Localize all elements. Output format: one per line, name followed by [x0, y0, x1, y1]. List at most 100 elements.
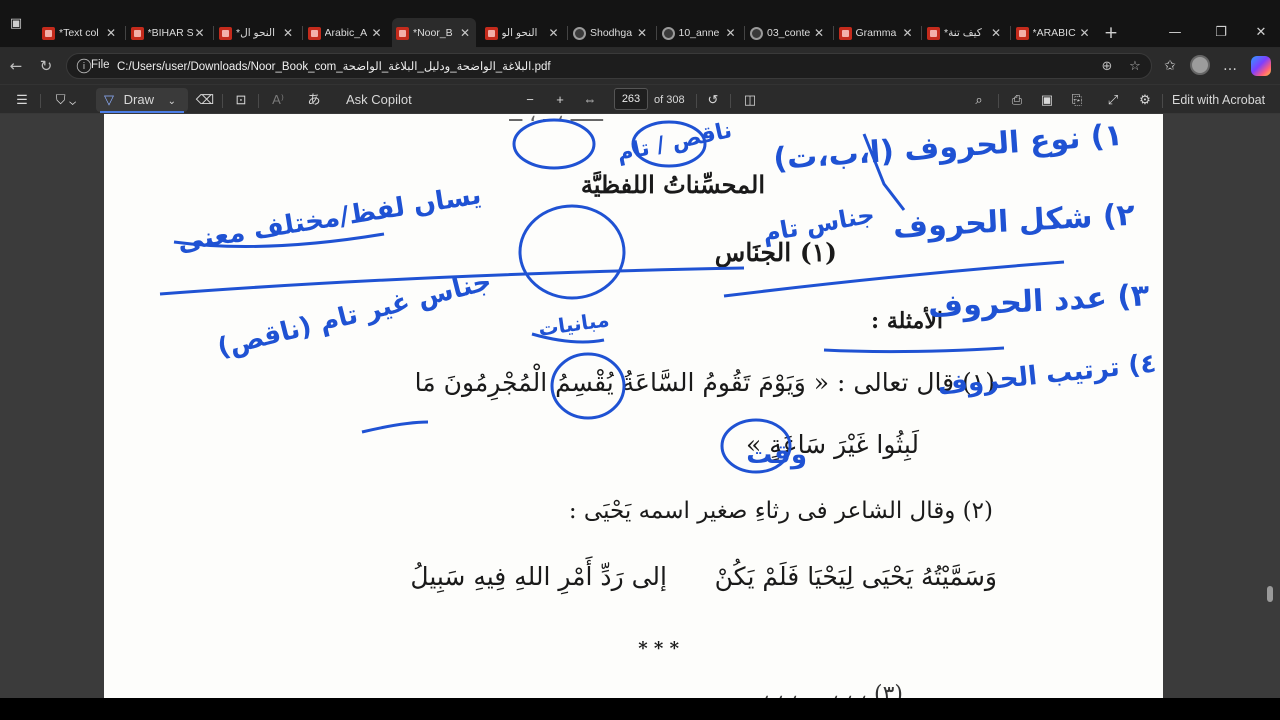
globe-icon — [661, 26, 675, 40]
close-tab-icon[interactable]: ✕ — [1078, 26, 1092, 40]
navigation-bar: ← ↻ i File C:/Users/user/Downloads/Noor_… — [0, 48, 1280, 84]
pdf-icon — [838, 26, 852, 40]
copilot-logo-icon[interactable] — [1251, 56, 1271, 76]
back-icon[interactable]: ← — [4, 54, 28, 78]
zoom-in-icon[interactable]: + — [549, 88, 571, 112]
read-aloud-icon[interactable]: A⁾ — [266, 88, 290, 112]
close-tab-icon[interactable]: ✕ — [104, 26, 118, 40]
address-bar[interactable]: i File C:/Users/user/Downloads/Noor_Book… — [66, 53, 1152, 79]
url-text[interactable]: C:/Users/user/Downloads/Noor_Book_com_ال… — [117, 59, 551, 73]
divider — [222, 94, 223, 108]
edit-with-acrobat-button[interactable]: Edit with Acrobat — [1172, 88, 1272, 112]
ask-copilot-button[interactable]: Ask Copilot — [346, 88, 416, 112]
underline-examples-stroke — [823, 346, 1005, 354]
translate-icon[interactable]: あ — [302, 88, 326, 112]
close-tab-icon[interactable]: ✕ — [281, 26, 295, 40]
close-tab-icon[interactable]: ✕ — [989, 26, 1003, 40]
tab-separator — [213, 26, 214, 40]
close-tab-icon[interactable]: ✕ — [547, 26, 561, 40]
document-viewport[interactable]: ـــــ ، ـ ، ــ المحسِّناتُ اللفظيَّة (١)… — [0, 114, 1280, 698]
favorite-star-icon[interactable]: ☆ — [1125, 57, 1145, 77]
tab-title: *BIHAR S — [147, 27, 193, 39]
fullscreen-icon[interactable]: ⤢ — [1102, 88, 1124, 112]
pdf-icon — [484, 26, 498, 40]
tab-separator — [301, 26, 303, 40]
tab-title: *ARABIC — [1032, 27, 1076, 39]
close-tab-icon[interactable]: ✕ — [724, 26, 738, 40]
more-menu-icon[interactable]: … — [1218, 54, 1242, 78]
browser-tab[interactable]: 03_conte ✕ — [746, 20, 830, 46]
pdf-page: ـــــ ، ـ ، ــ المحسِّناتُ اللفظيَّة (١)… — [104, 114, 1163, 698]
browser-tab[interactable]: 10_anne ✕ — [658, 20, 742, 46]
pdf-icon — [42, 26, 55, 40]
eraser-icon[interactable]: ⌫ — [194, 88, 216, 112]
tab-separator — [124, 26, 126, 40]
profile-avatar[interactable] — [1190, 55, 1210, 75]
browser-tab[interactable]: *Text col ✕ — [38, 20, 122, 46]
browser-tab[interactable]: Gramma ✕ — [835, 20, 919, 46]
screen-bottom-edge — [0, 698, 1280, 720]
tab-title: *Text col — [59, 27, 99, 39]
circle-naqis-stroke — [631, 120, 707, 168]
close-tab-icon[interactable]: ✕ — [635, 26, 649, 40]
tab-title: Gramma — [855, 27, 897, 39]
browser-tab[interactable]: *Noor_B ✕ — [392, 18, 476, 48]
zoom-out-icon[interactable]: − — [519, 88, 541, 112]
close-tab-icon[interactable]: ✕ — [370, 26, 384, 40]
zoom-icon[interactable]: ⊕ — [1097, 57, 1117, 77]
scrollbar-track[interactable] — [1264, 114, 1278, 698]
tab-separator — [744, 26, 745, 40]
refresh-icon[interactable]: ↻ — [34, 54, 58, 78]
divider — [998, 94, 999, 108]
page-number-input[interactable] — [614, 88, 648, 110]
tab-title: Shodhga — [590, 27, 633, 39]
underline-same-word-stroke — [173, 232, 385, 248]
circle-saatin-stroke — [720, 418, 792, 474]
divider — [258, 94, 259, 108]
pdf-icon — [927, 26, 940, 40]
circle-jinas-stroke — [518, 204, 626, 300]
search-icon[interactable]: ⌕ — [968, 88, 990, 112]
scrollbar-thumb[interactable] — [1267, 586, 1273, 602]
print-icon[interactable]: ⎙ — [1006, 88, 1028, 112]
fit-page-icon[interactable]: ⇔ — [579, 88, 601, 112]
new-tab-button[interactable]: + — [1100, 22, 1122, 44]
browser-tab[interactable]: *ARABIC ✕ — [1012, 20, 1096, 46]
minimize-button[interactable]: — — [1160, 20, 1190, 46]
browser-tab[interactable]: النحو الو ✕ — [481, 20, 565, 46]
page-view-icon[interactable]: ◫ — [738, 88, 762, 112]
tab-separator — [1009, 26, 1011, 40]
save-icon[interactable]: ▣ — [1036, 88, 1058, 112]
tab-separator — [567, 26, 568, 40]
underline-mubaniyat-stroke — [531, 332, 605, 344]
close-tab-icon[interactable]: ✕ — [812, 26, 826, 40]
rotate-icon[interactable]: ↺ — [702, 88, 724, 112]
browser-tab[interactable]: *كيف تنة ✕ — [923, 20, 1007, 46]
close-window-button[interactable]: ✕ — [1246, 20, 1276, 46]
info-icon[interactable]: i — [76, 58, 92, 74]
browser-tab[interactable]: *BIHAR S ✕ — [127, 20, 211, 46]
close-tab-icon[interactable]: ✕ — [458, 26, 472, 40]
tab-bar: ▣ *Text col ✕ *BIHAR S ✕ *النحو ال ✕ Arabic_A ✕… — [0, 0, 1280, 48]
url-scheme: File — [91, 59, 110, 71]
browser-tab[interactable]: Shodhga ✕ — [569, 20, 653, 46]
tab-title: *النحو ال — [236, 27, 276, 39]
tab-title: Arabic_A — [324, 27, 368, 39]
close-tab-icon[interactable]: ✕ — [901, 26, 915, 40]
draw-button[interactable]: ▽ Draw ⌄ — [96, 88, 188, 113]
close-tab-icon[interactable]: ✕ — [193, 26, 207, 40]
browser-tab[interactable]: *النحو ال ✕ — [215, 20, 299, 46]
text-box-icon[interactable]: ⊡ — [230, 88, 252, 112]
highlight-icon[interactable]: ⛉ ⌄ — [48, 88, 84, 112]
restore-button[interactable]: ❐ — [1206, 20, 1236, 46]
bracket-letter-type-stroke — [862, 133, 906, 211]
save-as-icon[interactable]: ⎘ — [1066, 88, 1088, 112]
browser-window: ▣ *Text col ✕ *BIHAR S ✕ *النحو ال ✕ Arabic_A ✕… — [0, 0, 1280, 720]
pdf-icon — [130, 26, 144, 40]
contents-icon[interactable]: ☰ — [10, 88, 34, 112]
browser-tab[interactable]: Arabic_A ✕ — [304, 20, 388, 46]
pen-icon: ▽ — [104, 92, 114, 107]
favorites-icon[interactable]: ✩ — [1158, 54, 1182, 78]
settings-gear-icon[interactable]: ⚙ — [1134, 88, 1156, 112]
tab-actions-icon[interactable]: ▣ — [2, 12, 30, 36]
